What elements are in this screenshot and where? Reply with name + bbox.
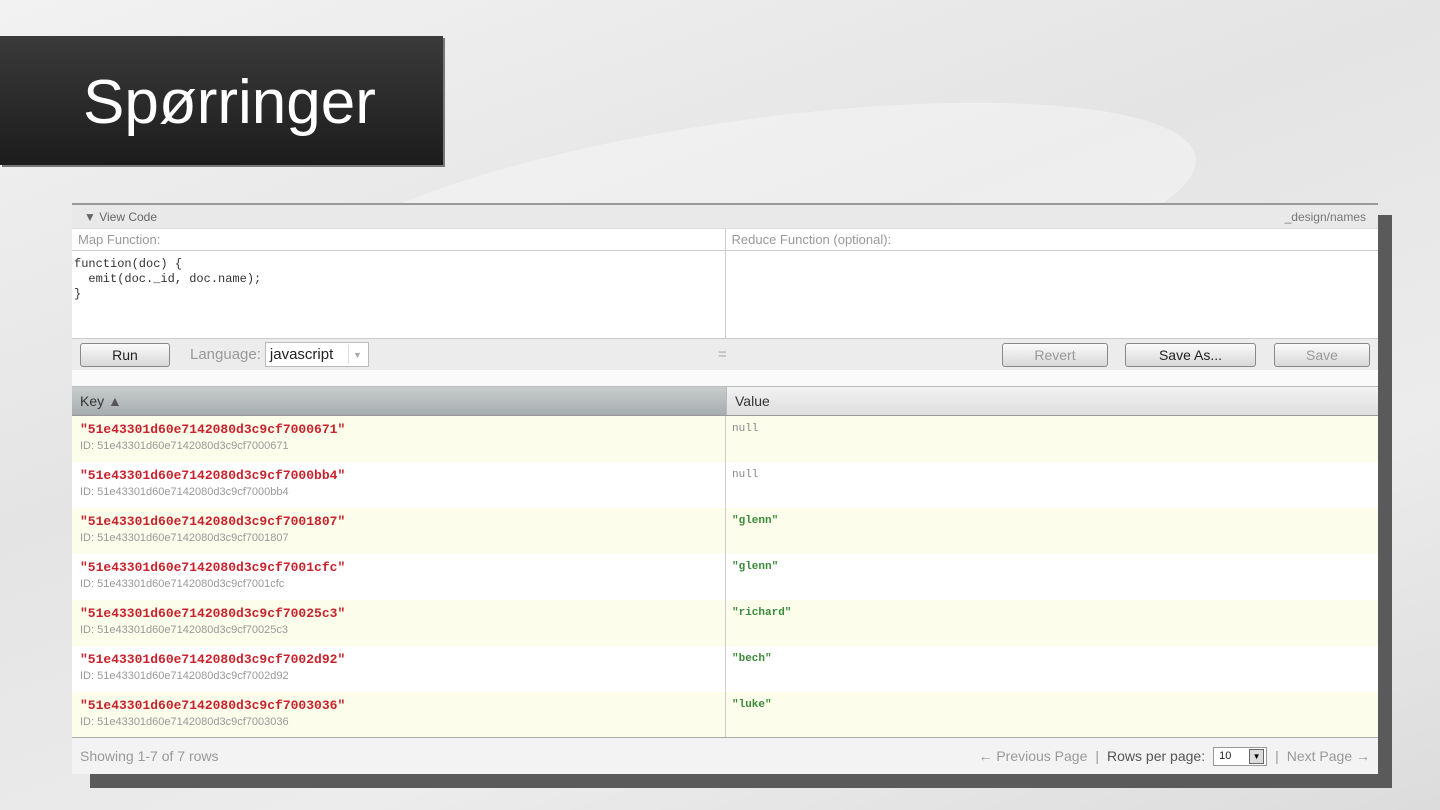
row-count: Showing 1-7 of 7 rows [80,748,219,764]
row-value: "bech" [732,653,772,665]
save-button[interactable]: Save [1274,342,1370,367]
design-doc-name: _design/names [1284,209,1366,224]
value-column-header[interactable]: Value [726,387,1378,415]
save-as-button[interactable]: Save As... [1125,342,1256,367]
row-doc-id[interactable]: ID: 51e43301d60e7142080d3c9cf7003036 [80,716,717,728]
row-doc-id[interactable]: ID: 51e43301d60e7142080d3c9cf7001cfc [80,578,717,590]
language-label: Language: [190,346,261,363]
key-column-header[interactable]: Key ▲ [72,387,726,415]
key-cell: "51e43301d60e7142080d3c9cf70025c3" ID: 51… [72,600,726,646]
table-row[interactable]: "51e43301d60e7142080d3c9cf7000bb4" ID: 51… [72,462,1378,508]
key-header-label: Key [80,393,105,409]
view-code-toggle[interactable]: ▼ View Code [84,210,157,224]
key-cell: "51e43301d60e7142080d3c9cf7001807" ID: 51… [72,508,726,554]
row-key[interactable]: "51e43301d60e7142080d3c9cf7000671" [80,422,717,437]
row-key[interactable]: "51e43301d60e7142080d3c9cf7001807" [80,514,717,529]
language-select[interactable]: javascript ▼ [264,342,369,367]
table-row[interactable]: "51e43301d60e7142080d3c9cf7001cfc" ID: 51… [72,554,1378,600]
row-doc-id[interactable]: ID: 51e43301d60e7142080d3c9cf7000671 [80,440,717,452]
row-key[interactable]: "51e43301d60e7142080d3c9cf70025c3" [80,606,717,621]
key-cell: "51e43301d60e7142080d3c9cf7000bb4" ID: 51… [72,462,726,508]
key-cell: "51e43301d60e7142080d3c9cf7001cfc" ID: 51… [72,554,726,600]
chevron-down-icon: ▼ [347,345,366,364]
row-key[interactable]: "51e43301d60e7142080d3c9cf7003036" [80,698,717,713]
row-value: "glenn" [732,515,779,527]
reduce-function-editor[interactable] [726,251,1379,338]
key-cell: "51e43301d60e7142080d3c9cf7000671" ID: 51… [72,416,726,462]
reduce-function-label: Reduce Function (optional): [725,229,1378,251]
view-code-bar: ▼ View Code _design/names [72,205,1378,229]
next-page-link[interactable]: Next Page → [1287,748,1370,764]
sort-ascending-icon: ▲ [108,393,122,409]
row-doc-id[interactable]: ID: 51e43301d60e7142080d3c9cf7001807 [80,532,717,544]
table-row[interactable]: "51e43301d60e7142080d3c9cf7000671" ID: 51… [72,416,1378,462]
table-header: Key ▲ Value [72,387,1378,416]
key-cell: "51e43301d60e7142080d3c9cf7002d92" ID: 51… [72,646,726,692]
revert-button[interactable]: Revert [1002,342,1108,367]
table-row[interactable]: "51e43301d60e7142080d3c9cf7002d92" ID: 51… [72,646,1378,692]
separator: | [1095,748,1100,764]
row-doc-id[interactable]: ID: 51e43301d60e7142080d3c9cf7000bb4 [80,486,717,498]
separator: | [1275,748,1279,764]
reduce-function-pane: Reduce Function (optional): [725,229,1379,338]
rows-per-page-select[interactable]: 10 ▼ [1213,746,1268,766]
map-function-label: Map Function: [72,229,725,251]
row-value: "glenn" [732,561,779,573]
row-doc-id[interactable]: ID: 51e43301d60e7142080d3c9cf7002d92 [80,670,717,682]
row-value: null [732,423,759,435]
rows-per-page-value: 10 [1219,750,1232,762]
spacer [72,370,1378,387]
previous-page-link[interactable]: ← Previous Page [978,748,1087,764]
key-cell: "51e43301d60e7142080d3c9cf7003036" ID: 51… [72,692,726,738]
chevron-down-icon: ▼ [1249,748,1265,764]
resize-handle[interactable]: = [718,346,727,363]
couchdb-view-panel: ▼ View Code _design/names Map Function: … [72,203,1378,774]
row-doc-id[interactable]: ID: 51e43301d60e7142080d3c9cf70025c3 [80,624,717,636]
slide-title: Spørringer [0,36,443,165]
run-button[interactable]: Run [80,342,170,367]
table-row[interactable]: "51e43301d60e7142080d3c9cf7003036" ID: 51… [72,692,1378,738]
row-value: "luke" [732,699,772,711]
row-key[interactable]: "51e43301d60e7142080d3c9cf7000bb4" [80,468,717,483]
table-row[interactable]: "51e43301d60e7142080d3c9cf7001807" ID: 51… [72,508,1378,554]
pagination-footer: Showing 1-7 of 7 rows ← Previous Page | … [72,737,1378,774]
row-value: null [732,469,759,481]
results-table: "51e43301d60e7142080d3c9cf7000671" ID: 51… [72,416,1378,738]
map-function-editor[interactable]: function(doc) { emit(doc._id, doc.name);… [72,251,725,338]
table-row[interactable]: "51e43301d60e7142080d3c9cf70025c3" ID: 51… [72,600,1378,646]
row-key[interactable]: "51e43301d60e7142080d3c9cf7001cfc" [80,560,717,575]
language-value: javascript [269,346,334,363]
map-function-pane: Map Function: function(doc) { emit(doc._… [72,229,726,338]
row-key[interactable]: "51e43301d60e7142080d3c9cf7002d92" [80,652,717,667]
rows-per-page-label: Rows per page: [1107,748,1206,764]
toolbar: Run Language: javascript ▼ = Revert Save … [72,338,1378,370]
row-value: "richard" [732,607,792,619]
